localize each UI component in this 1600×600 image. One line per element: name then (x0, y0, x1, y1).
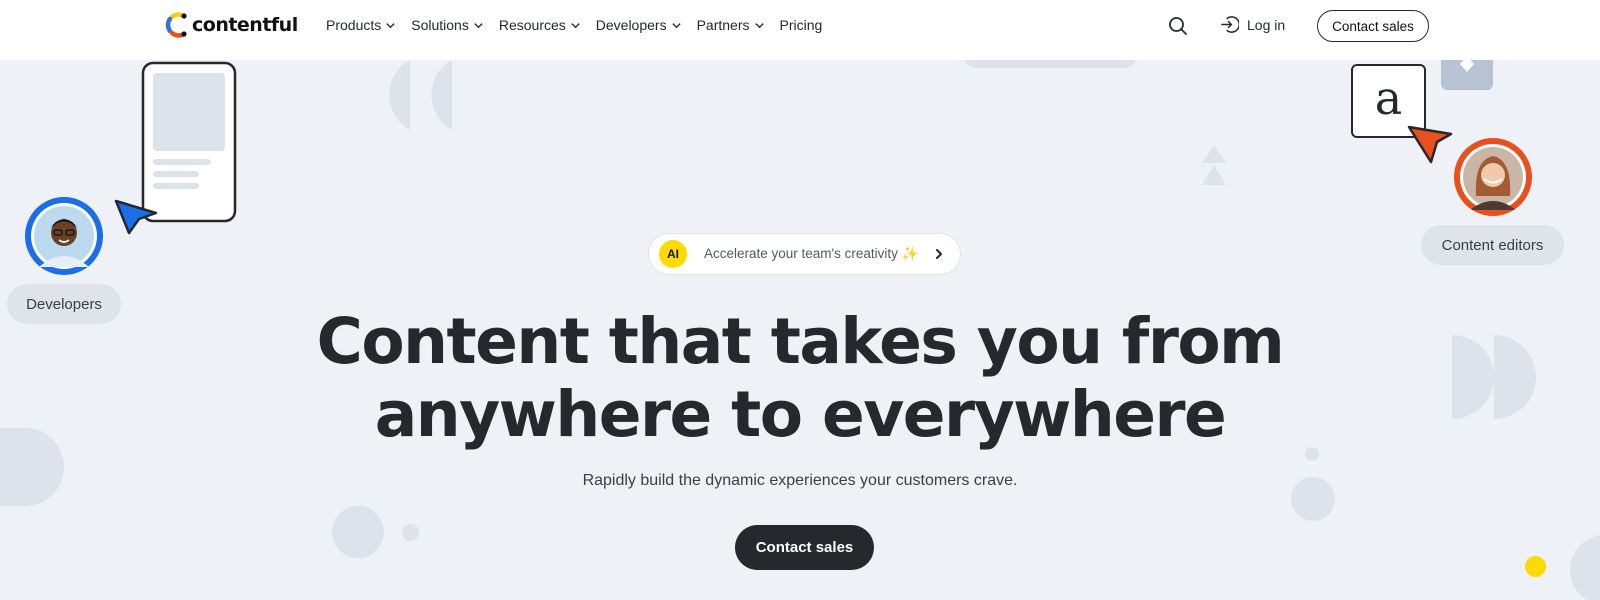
letter-card-text: a (1374, 71, 1403, 125)
site-header: contentful Products Solutions Resources … (0, 0, 1600, 60)
decorative-circle (332, 506, 384, 558)
decorative-triangles (1202, 145, 1226, 185)
nav-products-label: Products (326, 17, 382, 33)
nav-partners[interactable]: Partners (697, 17, 765, 33)
nav-developers-label: Developers (595, 17, 667, 33)
nav-pricing[interactable]: Pricing (780, 17, 823, 33)
nav-pricing-label: Pricing (779, 17, 823, 33)
nav-solutions-label: Solutions (411, 17, 469, 33)
decorative-dot (402, 524, 419, 541)
chevron-down-icon (474, 22, 483, 28)
developer-avatar (25, 197, 103, 275)
decorative-circle-edge (1570, 535, 1600, 600)
decorative-yellow-dot (1525, 556, 1546, 577)
content-editors-label-pill: Content editors (1421, 225, 1564, 265)
search-icon[interactable] (1168, 16, 1188, 36)
hero-headline-line1: Content that takes you from (316, 305, 1285, 378)
main-nav: Products Solutions Resources Developers … (326, 0, 837, 50)
login-link[interactable]: Log in (1220, 15, 1285, 34)
editor-avatar (1454, 138, 1532, 216)
chevron-right-icon (936, 249, 943, 259)
contact-sales-hero-button[interactable]: Contact sales (735, 525, 874, 570)
chevron-down-icon (386, 22, 395, 28)
contentful-logo-icon (165, 12, 187, 38)
blue-cursor-icon (114, 199, 158, 235)
nav-resources[interactable]: Resources (499, 17, 581, 33)
nav-partners-label: Partners (696, 17, 750, 33)
ai-announcement-pill[interactable]: AI Accelerate your team's creativity ✨ (648, 233, 961, 275)
nav-resources-label: Resources (498, 17, 566, 33)
hero-subline: Rapidly build the dynamic experiences yo… (582, 472, 1018, 489)
orange-cursor-icon (1407, 125, 1453, 164)
contentful-logo[interactable]: contentful (164, 12, 298, 38)
nav-products[interactable]: Products (326, 17, 396, 33)
chevron-down-icon (671, 22, 681, 28)
ai-badge: AI (659, 240, 687, 268)
chevron-down-icon (571, 22, 580, 28)
decorative-half-circles (389, 60, 452, 130)
chevron-down-icon (754, 22, 764, 28)
ai-announcement-text: Accelerate your team's creativity ✨ (704, 246, 919, 261)
hero-headline-line2: anywhere to everywhere (374, 378, 1227, 451)
login-arrow-icon (1221, 16, 1239, 33)
nav-solutions[interactable]: Solutions (411, 17, 484, 33)
nav-developers[interactable]: Developers (596, 17, 682, 33)
hero-headline: Content that takes you from anywhere to … (0, 305, 1600, 451)
logo-text: contentful (192, 14, 298, 36)
login-label: Log in (1247, 16, 1286, 33)
contact-sales-header-button[interactable]: Contact sales (1317, 10, 1429, 42)
